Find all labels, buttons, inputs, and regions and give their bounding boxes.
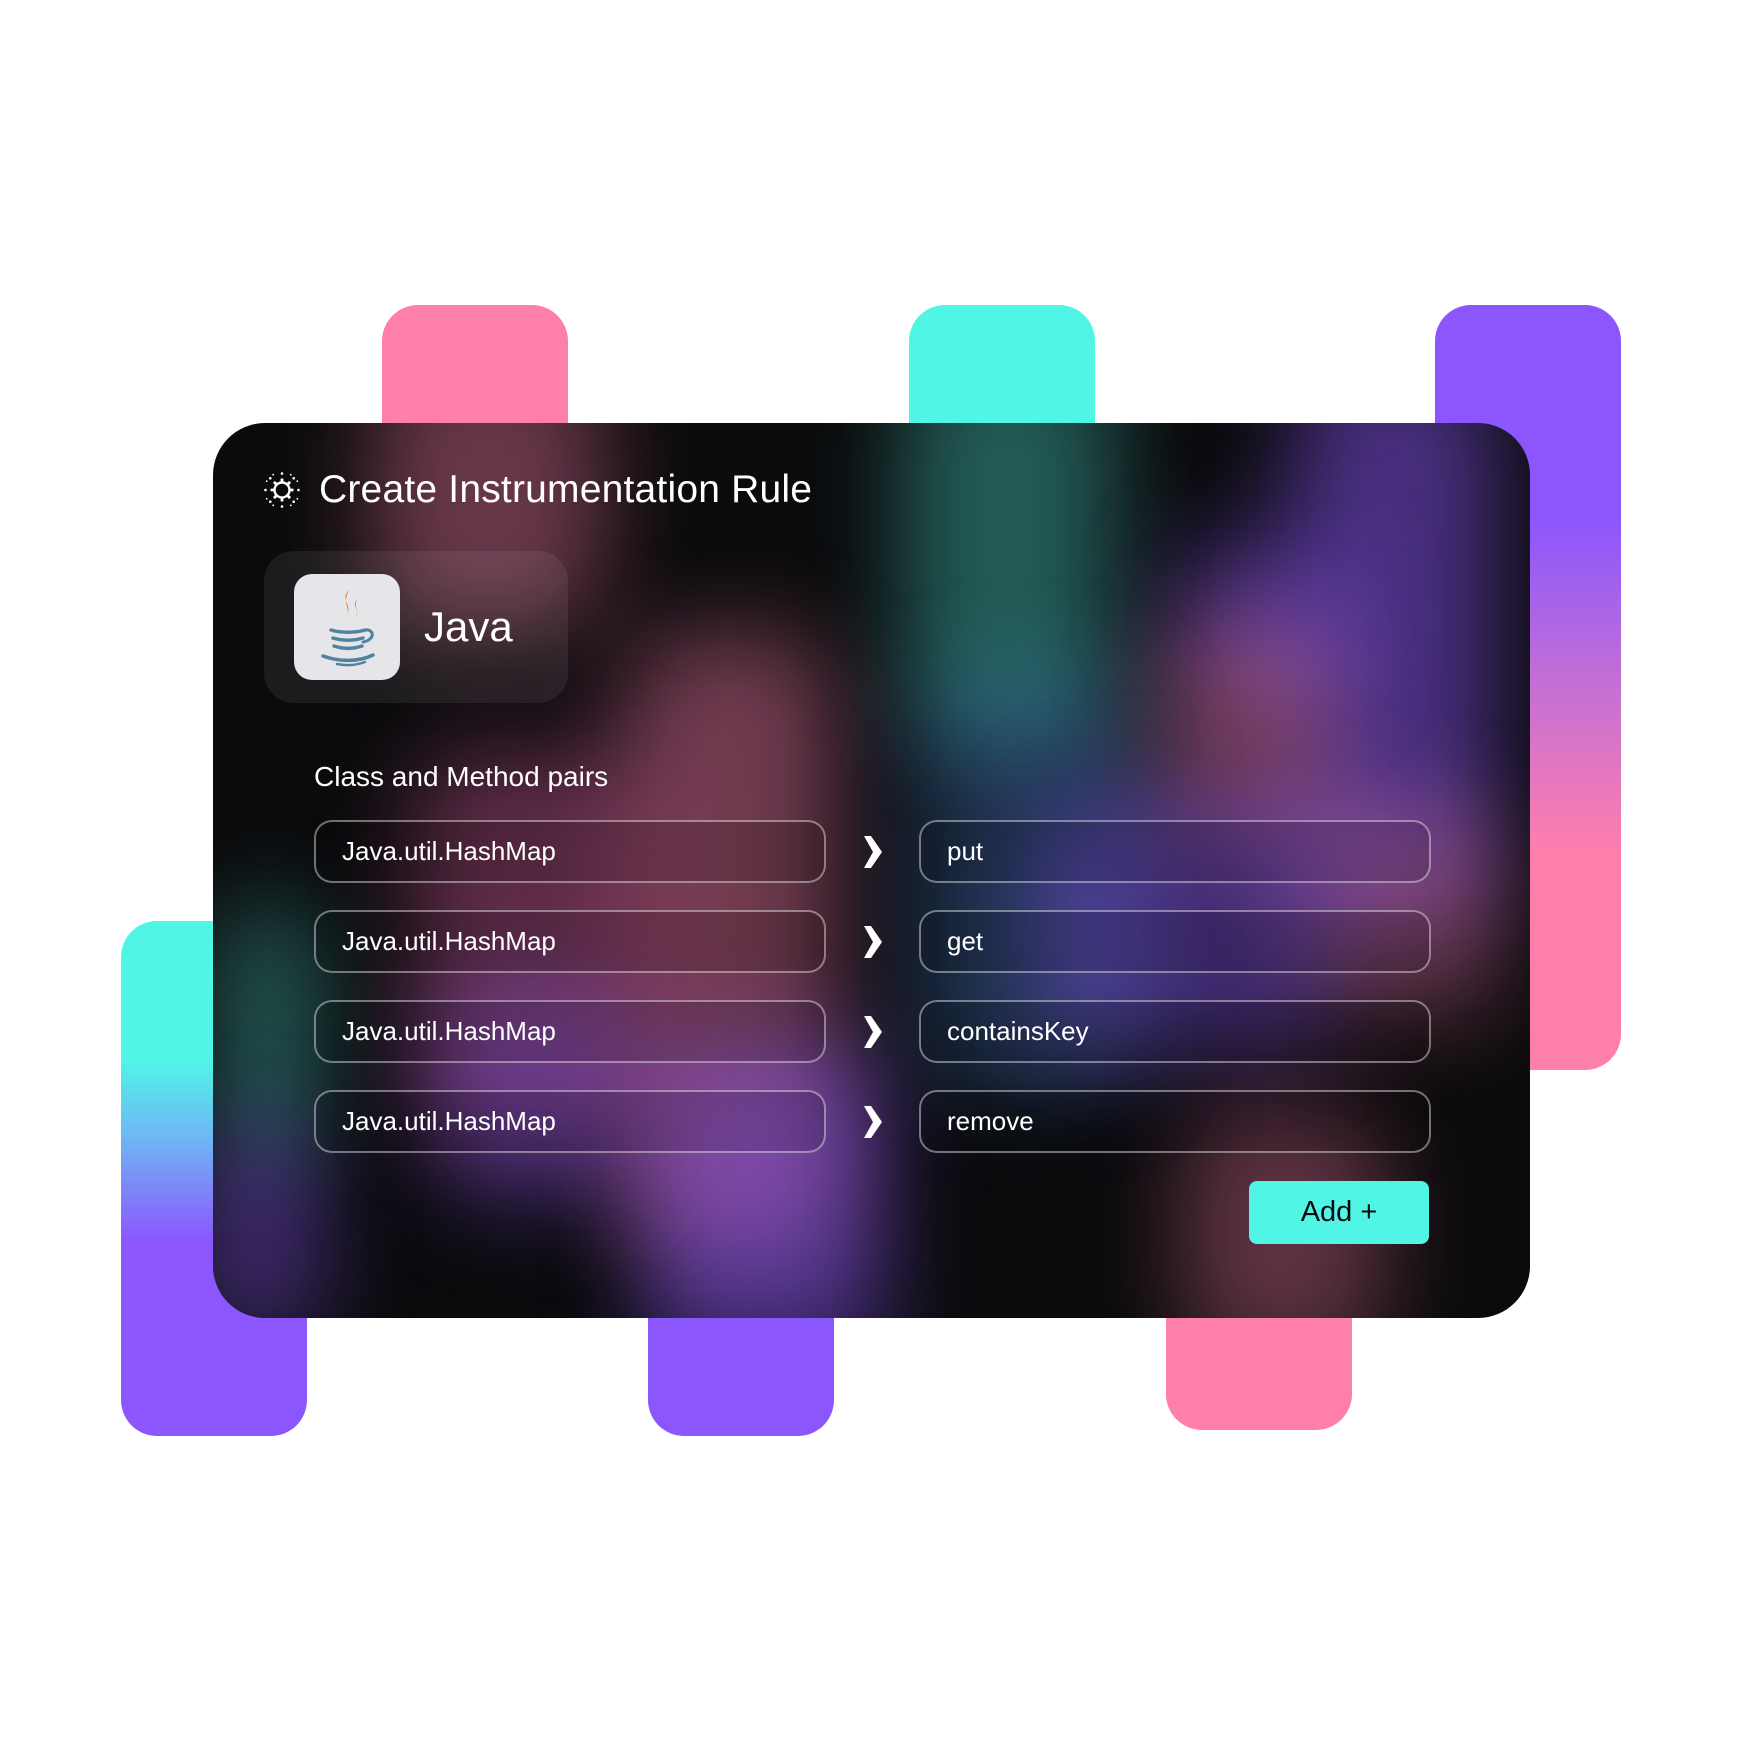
card-content: Create Instrumentation Rule Java Class a… <box>213 423 1530 1318</box>
class-method-pairs: Java.util.HashMap put Java.util.HashMap … <box>314 820 1431 1180</box>
card-header: Create Instrumentation Rule <box>263 468 812 512</box>
method-name-field[interactable]: remove <box>919 1090 1431 1153</box>
language-selector[interactable]: Java <box>264 551 568 703</box>
chevron-right-icon <box>864 1016 882 1048</box>
page-title: Create Instrumentation Rule <box>319 468 813 511</box>
pair-row: Java.util.HashMap put <box>314 820 1431 883</box>
pairs-section-label: Class and Method pairs <box>314 761 609 792</box>
java-coffee-cup-icon <box>321 590 375 667</box>
instrumentation-rule-card: Create Instrumentation Rule Java Class a… <box>213 423 1530 1318</box>
pair-row: Java.util.HashMap remove <box>314 1090 1431 1153</box>
language-name: Java <box>424 603 513 650</box>
java-logo <box>294 574 400 680</box>
pair-row: Java.util.HashMap containsKey <box>314 1000 1431 1063</box>
class-name-field[interactable]: Java.util.HashMap <box>314 1000 826 1063</box>
illustration-stage: Create Instrumentation Rule Java Class a… <box>0 0 1740 1740</box>
pair-row: Java.util.HashMap get <box>314 910 1431 973</box>
gear-icon <box>264 472 300 508</box>
class-name-field[interactable]: Java.util.HashMap <box>314 1090 826 1153</box>
chevron-right-icon <box>864 836 882 868</box>
method-name-field[interactable]: containsKey <box>919 1000 1431 1063</box>
chevron-right-icon <box>864 1106 882 1138</box>
class-name-field[interactable]: Java.util.HashMap <box>314 910 826 973</box>
add-pair-button[interactable]: Add + <box>1249 1181 1429 1244</box>
method-name-field[interactable]: get <box>919 910 1431 973</box>
method-name-field[interactable]: put <box>919 820 1431 883</box>
chevron-right-icon <box>864 926 882 958</box>
class-name-field[interactable]: Java.util.HashMap <box>314 820 826 883</box>
